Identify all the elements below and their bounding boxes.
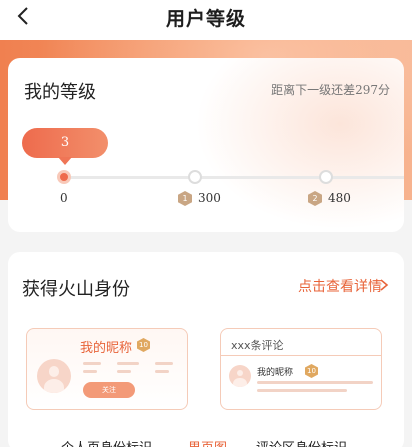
user-level-page: 用户等级 我的等级 距离下一级还差297分 3 0 1 300 2 480 获得… [0,0,412,447]
comment-text-placeholder [257,389,347,392]
comment-nickname: 我的昵称 [257,368,294,378]
stat-placeholder [83,370,97,373]
chevron-right-icon[interactable] [378,277,390,293]
identity-badge-icon: 10 [305,364,318,378]
level-progress-track [64,176,404,179]
bubble-tail [58,157,72,165]
my-level-card: 我的等级 距离下一级还差297分 3 0 1 300 2 480 [8,58,404,232]
middle-label: 男页图 [188,437,227,447]
comment-count: xxx条评论 [231,339,284,352]
stat-placeholder [83,362,101,365]
profile-identity-label: 个人页身份标识 [61,437,152,447]
stat-placeholder [117,362,139,365]
current-level-bubble: 3 [22,128,108,158]
level-node-current [57,170,71,184]
milestone-value-0: 0 [60,191,68,205]
stat-placeholder [155,370,169,373]
identity-title: 获得火山身份 [22,279,130,300]
comment-identity-sample: xxx条评论 我的昵称 10 [220,328,382,410]
stat-placeholder [155,362,173,365]
view-details-link[interactable]: 点击查看详情 [298,276,382,296]
stat-placeholder [117,370,131,373]
profile-identity-sample: 我的昵称 10 关注 [26,328,188,410]
avatar [229,365,251,387]
nav-bar: 用户等级 [0,0,412,40]
milestone-value-2: 480 [328,191,351,205]
level-node-2 [319,170,333,184]
comment-text-placeholder [257,381,373,384]
level-node-1 [188,170,202,184]
identity-badge-icon: 10 [137,338,150,352]
page-title: 用户等级 [165,8,246,30]
follow-button: 关注 [83,382,135,398]
milestone-value-1: 300 [198,191,221,205]
my-level-title: 我的等级 [24,82,96,103]
sample-nickname: 我的昵称 [80,341,133,356]
comment-identity-label: 评论区身份标识 [256,437,347,447]
identity-card: 获得火山身份 点击查看详情 我的昵称 10 关注 xxx条评论 我的昵称 10 … [8,252,404,447]
points-to-next-level: 距离下一级还差297分 [271,83,390,97]
avatar [37,359,71,393]
divider [221,355,381,356]
